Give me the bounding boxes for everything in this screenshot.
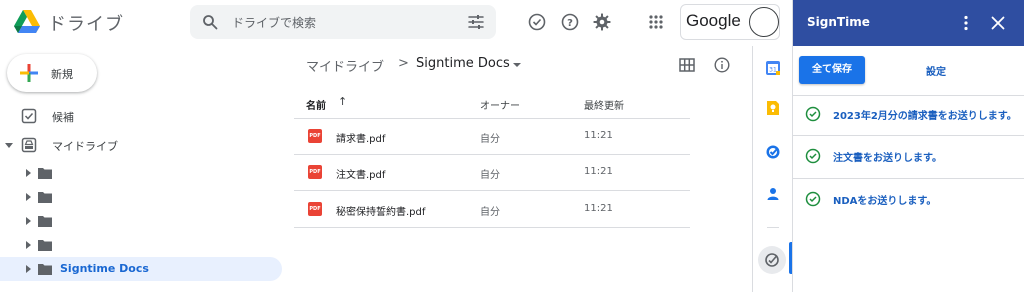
google-wordmark: Google [686,11,741,30]
sidebar-item-label: 候補 [52,111,74,124]
file-modified: 11:21 [584,203,613,214]
check-circle-icon [805,106,821,122]
folder-tree-item[interactable] [0,185,282,209]
new-button-label: 新規 [51,68,73,81]
column-header-owner[interactable]: オーナー [480,97,520,112]
file-modified: 11:21 [584,166,613,177]
panel-header: SignTime [793,0,1024,46]
keep-icon[interactable] [765,100,781,116]
signtime-addon-icon [765,253,779,267]
sort-arrow-icon[interactable]: ↑ [338,95,347,108]
file-owner: 自分 [480,134,500,145]
info-icon[interactable] [714,57,730,73]
settings-gear-icon[interactable] [592,12,612,32]
check-circle-icon [805,148,821,164]
folder-tree-item[interactable] [0,161,282,185]
signtime-panel: SignTime 全て保存 設定 2023年2月分の請求書をお送りします。 注文… [792,0,1024,292]
avatar[interactable] [749,7,779,37]
breadcrumb-root[interactable]: マイドライブ [306,56,384,75]
message-item[interactable]: NDAをお送りします。 [793,181,1024,217]
folder-icon [38,264,52,275]
message-text[interactable]: NDAをお送りします。 [833,192,936,207]
expand-right-icon[interactable] [23,191,33,203]
svg-text:31: 31 [769,67,777,74]
file-owner: 自分 [480,170,500,181]
message-item[interactable]: 注文書をお送りします。 [793,138,1024,174]
folder-icon [38,192,52,203]
file-name[interactable]: 請求書.pdf [336,130,385,145]
column-header-name[interactable]: 名前 [306,97,326,112]
pdf-file-icon: PDF [308,202,322,216]
expand-right-icon[interactable] [23,167,33,179]
search-bar[interactable]: ドライブで検索 [190,5,496,39]
tasks-icon[interactable] [765,144,781,160]
folder-tree-item-signtime-docs[interactable]: Signtime Docs [0,257,282,281]
row-divider [294,227,690,228]
offline-ready-icon[interactable] [527,12,547,32]
file-name[interactable]: 注文書.pdf [336,166,385,181]
drive-logo-icon[interactable] [14,10,40,34]
new-button[interactable]: 新規 [7,54,97,92]
search-icon[interactable] [202,14,218,30]
search-input[interactable]: ドライブで検索 [232,14,316,31]
sidebar-item-suggested[interactable]: 候補 [0,104,282,128]
plus-icon [20,64,38,82]
message-text[interactable]: 2023年2月分の請求書をお送りします。 [833,107,1017,122]
expand-down-icon[interactable] [4,139,14,151]
settings-link[interactable]: 設定 [911,63,961,78]
folder-icon [38,240,52,251]
message-text[interactable]: 注文書をお送りします。 [833,149,942,164]
save-all-button[interactable]: 全て保存 [799,56,865,84]
close-icon[interactable] [989,14,1007,32]
apps-grid-icon[interactable] [646,12,666,32]
file-owner: 自分 [480,207,500,218]
pdf-file-icon: PDF [308,165,322,179]
column-header-modified[interactable]: 最終更新 [584,97,624,112]
pdf-file-icon: PDF [308,129,322,143]
my-drive-icon [21,137,37,153]
calendar-icon[interactable]: 31 [765,60,781,76]
rail-divider [767,227,779,228]
search-options-icon[interactable] [468,14,484,30]
folder-icon [38,216,52,227]
account-button[interactable]: Google [680,4,780,40]
check-circle-icon [805,191,821,207]
folder-tree-item[interactable] [0,209,282,233]
more-vert-icon[interactable] [957,14,975,32]
sidebar-item-my-drive[interactable]: マイドライブ [0,133,282,157]
file-row[interactable]: PDF 請求書.pdf 自分 11:21 [294,118,690,154]
dropdown-arrow-icon[interactable] [512,61,522,69]
folder-tree-item[interactable] [0,233,282,257]
svg-text:?: ? [567,18,573,29]
signtime-addon-button[interactable] [758,246,786,274]
folder-icon [38,168,52,179]
message-item[interactable]: 2023年2月分の請求書をお送りします。 [793,96,1024,132]
expand-right-icon[interactable] [23,215,33,227]
app-title[interactable]: ドライブ [48,10,124,36]
message-divider [793,135,1024,136]
breadcrumb-separator: > [398,56,409,71]
side-apps-rail: 31 [752,46,792,292]
file-modified: 11:21 [584,130,613,141]
file-name[interactable]: 秘密保持誓約書.pdf [336,203,425,218]
file-row[interactable]: PDF 注文書.pdf 自分 11:21 [294,154,690,190]
contacts-icon[interactable] [765,186,781,202]
grid-view-icon[interactable] [679,57,695,73]
help-icon[interactable]: ? [560,12,580,32]
expand-right-icon[interactable] [23,239,33,251]
expand-right-icon[interactable] [23,263,33,275]
message-divider [793,178,1024,179]
file-row[interactable]: PDF 秘密保持誓約書.pdf 自分 11:21 [294,191,690,227]
folder-label: Signtime Docs [60,262,149,275]
top-header: ドライブ ドライブで検索 ? Google [0,0,792,46]
sidebar-item-label: マイドライブ [52,140,118,153]
breadcrumb-current[interactable]: Signtime Docs [416,56,510,71]
panel-title: SignTime [807,15,870,29]
suggested-check-icon [21,108,37,124]
